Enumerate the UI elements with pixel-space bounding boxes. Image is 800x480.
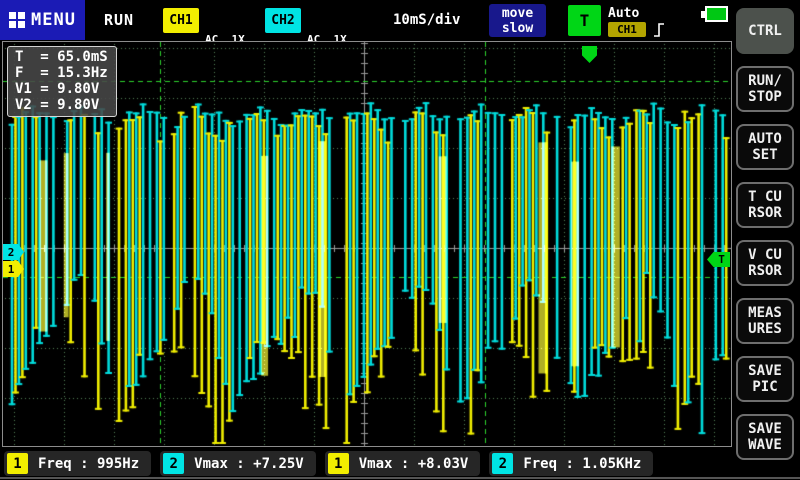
auto-set-button[interactable]: AUTO SET <box>736 124 794 170</box>
trigger-source-badge[interactable]: CH1 <box>608 22 646 37</box>
measure-f: F = 15.3Hz <box>15 65 108 81</box>
battery-icon <box>701 6 728 22</box>
bottom-measurement-bar: 1 Freq : 995Hz 2 Vmax : +7.25V 1 Vmax : … <box>4 451 653 476</box>
cursor-measurement-overlay: T = 65.0mS F = 15.3Hz V1 = 9.80V V2 = 9.… <box>7 46 117 117</box>
ch1-button[interactable]: CH1 <box>163 8 199 33</box>
oscilloscope-screen: MENU RUN CH1 AC 1X 2.5V/div CH2 AC 1X 2.… <box>0 0 800 480</box>
channel-badge: 2 <box>163 453 184 474</box>
run-stop-button[interactable]: RUN/ STOP <box>736 66 794 112</box>
measure-t: T = 65.0mS <box>15 49 108 65</box>
trigger-button[interactable]: T <box>568 5 601 36</box>
menu-grid-icon <box>9 12 25 28</box>
battery-body <box>705 6 728 22</box>
measurement-chip: 1 Freq : 995Hz <box>4 451 151 476</box>
trigger-mode: Auto <box>608 6 639 21</box>
measurement-value: Freq : 1.05KHz <box>523 456 641 472</box>
timebase-setting[interactable]: 10mS/div <box>393 12 460 28</box>
channel-badge: 1 <box>7 453 28 474</box>
menu-button[interactable]: MENU <box>0 0 85 40</box>
measurement-value: Freq : 995Hz <box>38 456 139 472</box>
measurement-chip: 2 Vmax : +7.25V <box>160 451 316 476</box>
ctrl-button[interactable]: CTRL <box>736 8 794 54</box>
bottom-divider <box>0 477 800 479</box>
save-wave-button[interactable]: SAVE WAVE <box>736 414 794 460</box>
waveform-area: T = 65.0mS F = 15.3Hz V1 = 9.80V V2 = 9.… <box>2 41 732 447</box>
save-pic-button[interactable]: SAVE PIC <box>736 356 794 402</box>
v-cursor-button[interactable]: V CU RSOR <box>736 240 794 286</box>
ch2-button[interactable]: CH2 <box>265 8 301 33</box>
measurement-value: Vmax : +7.25V <box>194 456 304 472</box>
t-cursor-button[interactable]: T CU RSOR <box>736 182 794 228</box>
measure-v2: V2 = 9.80V <box>15 97 108 113</box>
measures-button[interactable]: MEAS URES <box>736 298 794 344</box>
move-mode-button[interactable]: move slow <box>489 4 546 37</box>
trigger-slope-icon[interactable] <box>653 21 665 42</box>
run-status: RUN <box>104 11 134 29</box>
measurement-value: Vmax : +8.03V <box>359 456 469 472</box>
channel-badge: 2 <box>492 453 513 474</box>
measurement-chip: 2 Freq : 1.05KHz <box>489 451 653 476</box>
channel-badge: 1 <box>328 453 349 474</box>
sidebar: CTRL RUN/ STOP AUTO SET T CU RSOR V CU R… <box>736 8 794 460</box>
top-bar: MENU RUN CH1 AC 1X 2.5V/div CH2 AC 1X 2.… <box>0 0 800 41</box>
menu-label: MENU <box>31 10 76 30</box>
measure-v1: V1 = 9.80V <box>15 81 108 97</box>
measurement-chip: 1 Vmax : +8.03V <box>325 451 481 476</box>
